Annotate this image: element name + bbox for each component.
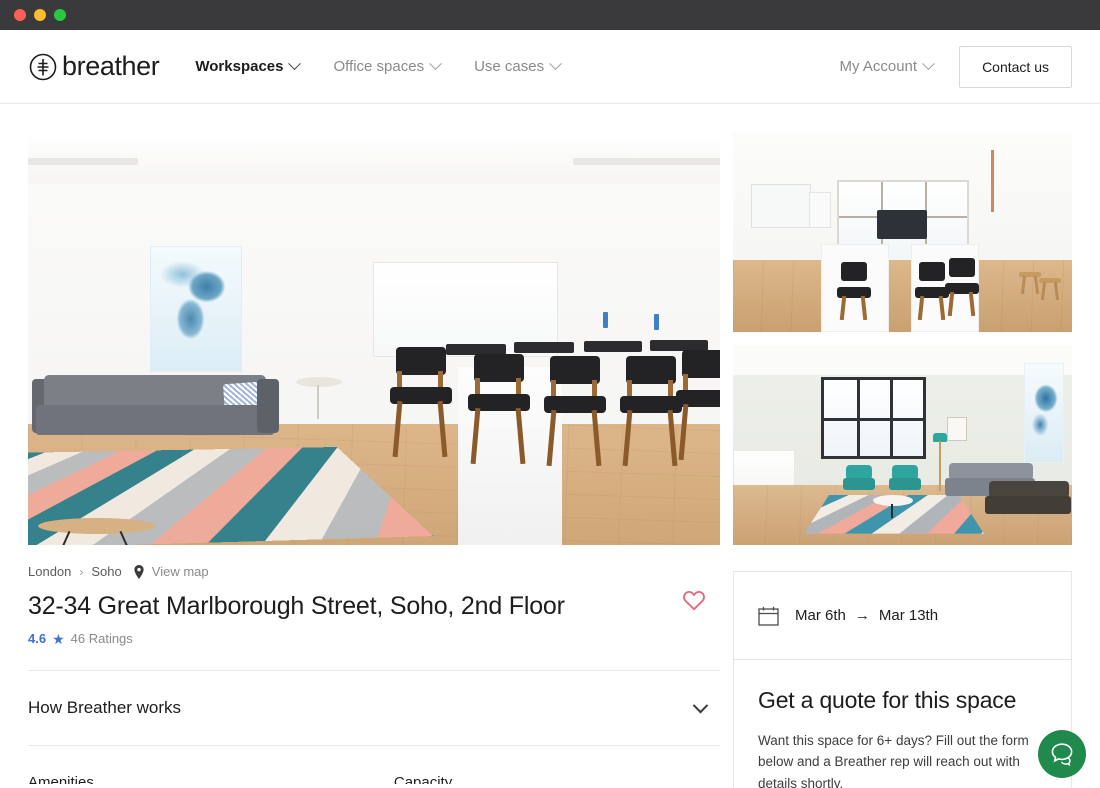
chevron-down-icon [429,57,442,70]
thumb2-coffee-table [873,495,913,517]
contact-us-button[interactable]: Contact us [959,46,1072,88]
listing-title-row: 32-34 Great Marlborough Street, Soho, 2n… [28,579,720,621]
thumb1-pipe [991,150,994,212]
hero-photo[interactable] [28,132,720,545]
quote-title: Get a quote for this space [758,687,1047,714]
nav-item-use-cases-label: Use cases [474,58,544,75]
quote-card: Get a quote for this space Want this spa… [733,660,1072,788]
next-section-stub: Amenities Capacity [28,774,720,784]
page-content: London › Soho View map 32-34 Great Marlb… [0,104,1100,788]
thumb1-stool [1019,272,1041,294]
window-maximize-button[interactable] [54,9,66,21]
map-pin-icon [134,565,144,579]
app-window: breather Workspaces Office spaces Use ca… [0,0,1100,788]
nav-right-group: My Account Contact us [840,46,1072,88]
thumb1-stool [1039,278,1061,300]
hero-marker [603,312,608,328]
thumb1-floor [733,260,1072,332]
chat-bubbles-icon [1049,742,1075,766]
thumb1-chair [837,262,871,318]
listing-main-column: London › Soho View map 32-34 Great Marlb… [28,132,720,788]
thumb1-whiteboard [809,192,831,228]
hero-light-strip [573,158,720,165]
rating-count: 46 Ratings [71,631,133,646]
nav-links: Workspaces Office spaces Use cases [195,58,560,75]
breadcrumb-city[interactable]: London [28,564,71,579]
thumb2-sofa [985,481,1071,515]
next-section-right-label: Capacity [394,774,452,784]
calendar-icon [758,606,779,626]
thumb2-window [821,377,926,459]
booking-sidebar: Mar 6th → Mar 13th Get a quote for this … [733,132,1072,788]
hero-sofa [36,375,271,441]
date-end: Mar 13th [879,607,938,624]
gallery-thumbnail-2[interactable] [733,345,1072,545]
thumb2-armchair [889,465,921,491]
hero-marker [654,314,659,330]
nav-item-workspaces-label: Workspaces [195,58,283,75]
chevron-down-icon [693,697,709,713]
gallery-thumbnail-1[interactable] [733,132,1072,332]
nav-item-use-cases[interactable]: Use cases [474,58,560,75]
tree-in-circle-logo-icon [28,52,58,82]
nav-item-my-account[interactable]: My Account [840,58,934,75]
date-range-selector[interactable]: Mar 6th → Mar 13th [733,571,1072,660]
hero-coffee-table [38,518,156,545]
thumb2-picture-frame [947,417,967,441]
nav-item-my-account-label: My Account [840,58,918,75]
star-icon: ★ [52,632,65,646]
hero-light-strip [28,158,138,165]
chevron-down-icon [549,57,562,70]
date-arrow-icon: → [855,607,870,624]
hero-wall-art [150,246,242,372]
chevron-down-icon [289,57,302,70]
listing-info: London › Soho View map 32-34 Great Marlb… [28,545,720,784]
hero-chair [468,354,530,462]
hero-tray [514,342,574,353]
hero-chair [676,350,720,458]
accordion-how-breather-works[interactable]: How Breather works [28,671,720,745]
window-title-bar [0,0,1100,30]
heart-outline-icon[interactable] [682,589,706,611]
window-close-button[interactable] [14,9,26,21]
rating-score: 4.6 [28,631,46,646]
thumb1-chair [915,262,949,318]
date-range-text: Mar 6th → Mar 13th [795,607,938,624]
view-map-link[interactable]: View map [152,564,209,579]
next-section-left-label: Amenities [28,774,94,784]
chevron-down-icon [922,57,935,70]
hero-side-table [296,377,342,419]
breadcrumb: London › Soho View map [28,564,720,579]
main-navigation: breather Workspaces Office spaces Use ca… [0,30,1100,104]
brand-logo[interactable]: breather [28,51,159,82]
breadcrumb-neighbourhood[interactable]: Soho [91,564,121,579]
window-minimize-button[interactable] [34,9,46,21]
thumb1-whiteboard [751,184,811,228]
thumb1-tv [877,210,927,239]
hero-tray [584,341,642,352]
nav-item-office-spaces[interactable]: Office spaces [333,58,440,75]
thumb2-wall-art [1024,363,1064,463]
hero-chair [544,356,606,464]
divider [28,745,720,746]
page-title: 32-34 Great Marlborough Street, Soho, 2n… [28,592,565,621]
nav-item-office-spaces-label: Office spaces [333,58,424,75]
hero-chair [620,356,682,464]
thumb1-chair [945,258,979,314]
chat-widget-button[interactable] [1038,730,1086,778]
date-start: Mar 6th [795,607,846,624]
rating-summary: 4.6 ★ 46 Ratings [28,631,720,646]
brand-wordmark: breather [62,51,159,82]
nav-item-workspaces[interactable]: Workspaces [195,58,299,75]
breadcrumb-separator: › [79,565,83,579]
accordion-title: How Breather works [28,698,181,718]
thumb2-ceiling [733,345,1072,375]
thumb2-armchair [843,465,875,491]
quote-description: Want this space for 6+ days? Fill out th… [758,730,1047,788]
hero-chair [390,347,452,455]
